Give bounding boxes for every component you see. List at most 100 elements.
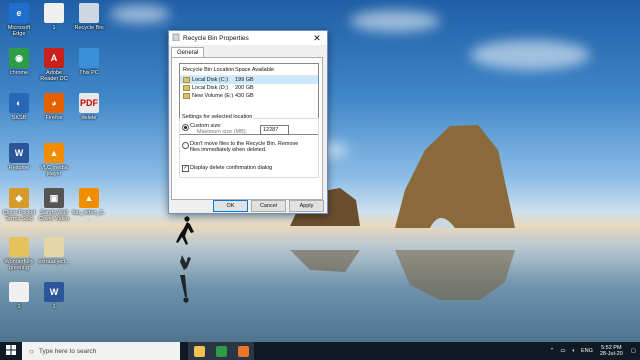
desktop-icon[interactable]: 1 [2, 282, 36, 310]
desktop-icon-label: Adobe Reader DC [40, 70, 68, 82]
desktop-icon[interactable]: ▲ VLC media player [37, 143, 71, 177]
language-icon[interactable]: ENG [581, 348, 593, 354]
app-icon: ▣ [44, 188, 64, 208]
system-tray: ⌃ ▭ ◖ ENG 5:52 PM 28-Jul-20 ▢ [547, 342, 640, 360]
desktop-icon-label: 1 [17, 304, 21, 310]
list-header: Recycle Bin Location Space Available [180, 64, 318, 76]
location-name: Local Disk (C:) [192, 77, 229, 83]
ok-button[interactable]: OK [213, 200, 248, 212]
folder-icon [193, 345, 205, 357]
desktop-icon-label: Wonderfully greeting [4, 259, 34, 271]
vlc-icon: ▲ [79, 188, 99, 208]
desktop-icon[interactable]: 1 [37, 3, 71, 31]
desktop-icon[interactable]: W Resume [2, 143, 36, 171]
edge-icon: e [9, 3, 29, 23]
dialog-titlebar[interactable]: Recycle Bin Properties ✕ [169, 31, 327, 45]
column-header-location[interactable]: Recycle Bin Location [183, 67, 235, 73]
desktop-icon[interactable]: ◐ SKSB [2, 93, 36, 121]
apply-button[interactable]: Apply [289, 200, 324, 212]
desktop-icon-label: SKSB [11, 115, 27, 121]
desktop-icon[interactable]: ◉ chrome [2, 48, 36, 76]
desktop-icon-label: bar_video_3... [72, 210, 106, 222]
app-icon: ◐ [9, 93, 29, 113]
custom-size-radio[interactable] [182, 124, 189, 131]
network-icon[interactable]: ▭ [560, 348, 565, 354]
recycle-bin-icon [172, 33, 180, 43]
search-icon: ○ [29, 346, 34, 356]
clock-date: 28-Jul-20 [599, 351, 623, 357]
desktop-icon-label: delete [81, 115, 97, 121]
file-icon [44, 3, 64, 23]
desktop-icon-label: Sandy Wall Cover Video [38, 210, 70, 222]
dialog-title: Recycle Bin Properties [183, 34, 249, 42]
drive-icon [183, 85, 190, 91]
desktop-icon[interactable]: ◆ Clone Pocket Terms Sold [2, 188, 36, 222]
taskbar-app-file-explorer[interactable] [188, 342, 210, 360]
desktop-icon-label: Clone Pocket Terms Sold [2, 210, 36, 222]
location-row[interactable]: Local Disk (D:) 200 GB [180, 84, 318, 92]
volume-icon[interactable]: ◖ [572, 348, 575, 354]
app-icon: ◆ [9, 188, 29, 208]
settings-label: Settings for selected location [181, 114, 254, 120]
location-cell: New Volume (E:) [183, 93, 235, 99]
close-button[interactable]: ✕ [310, 31, 324, 45]
location-row[interactable]: New Volume (E:) 430 GB [180, 92, 318, 100]
space-cell: 199 GB [235, 77, 254, 83]
cancel-button[interactable]: Cancel [251, 200, 286, 212]
desktop-icon[interactable]: ▲ bar_video_3... [72, 188, 106, 222]
desktop-icon[interactable]: ▣ Sandy Wall Cover Video [37, 188, 71, 222]
store-icon [215, 345, 227, 357]
adobe-reader-icon: A [44, 48, 64, 68]
firefox-icon: ◕ [44, 93, 64, 113]
desktop-icon-label: Microsoft Edge [7, 25, 31, 37]
location-row[interactable]: Local Disk (C:) 199 GB [180, 76, 318, 84]
clock[interactable]: 5:52 PM 28-Jul-20 [600, 345, 623, 357]
location-name: New Volume (E:) [192, 93, 234, 99]
taskbar-app-store[interactable] [210, 342, 232, 360]
recycle-bin-icon [79, 3, 99, 23]
desktop-icon-label: Recycle Bin [74, 25, 104, 31]
display-confirm-label: Display delete confirmation dialog [190, 165, 273, 171]
location-cell: Local Disk (D:) [183, 85, 235, 91]
taskbar: ○ Type here to search ⌃ ▭ ◖ ENG 5:52 PM … [0, 342, 640, 360]
windows-logo-icon [6, 345, 16, 357]
desktop-icon-label: This PC [79, 70, 99, 76]
dont-move-label: Don't move files to the Recycle Bin. Rem… [190, 141, 299, 153]
folder-icon [9, 237, 29, 257]
search-box[interactable]: ○ Type here to search [22, 342, 180, 360]
dont-move-radio[interactable] [182, 142, 189, 149]
desktop-icon[interactable]: This PC [72, 48, 106, 76]
word-doc-icon: W [9, 143, 29, 163]
chevron-up-icon[interactable]: ⌃ [550, 348, 555, 354]
drive-icon [183, 93, 190, 99]
close-icon: ✕ [313, 32, 321, 43]
desktop-icon[interactable]: Wonderfully greeting [2, 237, 36, 271]
display-confirm-checkbox[interactable]: ✓ [182, 165, 189, 172]
desktop-icon-label: 1 [52, 25, 56, 31]
notification-icon[interactable]: ▢ [631, 348, 636, 354]
desktop-icon[interactable]: Recycle Bin [72, 3, 106, 31]
app-icon [237, 345, 249, 357]
location-name: Local Disk (D:) [192, 85, 229, 91]
file-icon [9, 282, 29, 302]
max-size-input[interactable]: 12287 [260, 125, 289, 135]
desktop-icon[interactable]: PDF delete [72, 93, 106, 121]
space-cell: 200 GB [235, 85, 254, 91]
start-button[interactable] [0, 342, 22, 360]
pdf-icon: PDF [79, 93, 99, 113]
desktop-icon[interactable]: e Microsoft Edge [2, 3, 36, 37]
search-placeholder: Type here to search [38, 347, 97, 355]
desktop-icon[interactable]: A Adobe Reader DC [37, 48, 71, 82]
space-cell: 430 GB [235, 93, 254, 99]
desktop-icon[interactable]: W1 [37, 282, 71, 310]
desktop-icon[interactable]: extraabject... [37, 237, 71, 265]
desktop-icon-label: 1 [52, 304, 56, 310]
column-header-space[interactable]: Space Available [235, 67, 315, 73]
desktop-icon-label: Resume [8, 165, 30, 171]
max-size-label: Maximum size (MB): [197, 129, 248, 135]
desktop-icon-label: chrome [9, 70, 29, 76]
desktop-icon-label: Firefox [45, 115, 63, 121]
taskbar-app-explorer[interactable] [232, 342, 254, 360]
desktop-icon[interactable]: ◕ Firefox [37, 93, 71, 121]
this-pc-icon [79, 48, 99, 68]
